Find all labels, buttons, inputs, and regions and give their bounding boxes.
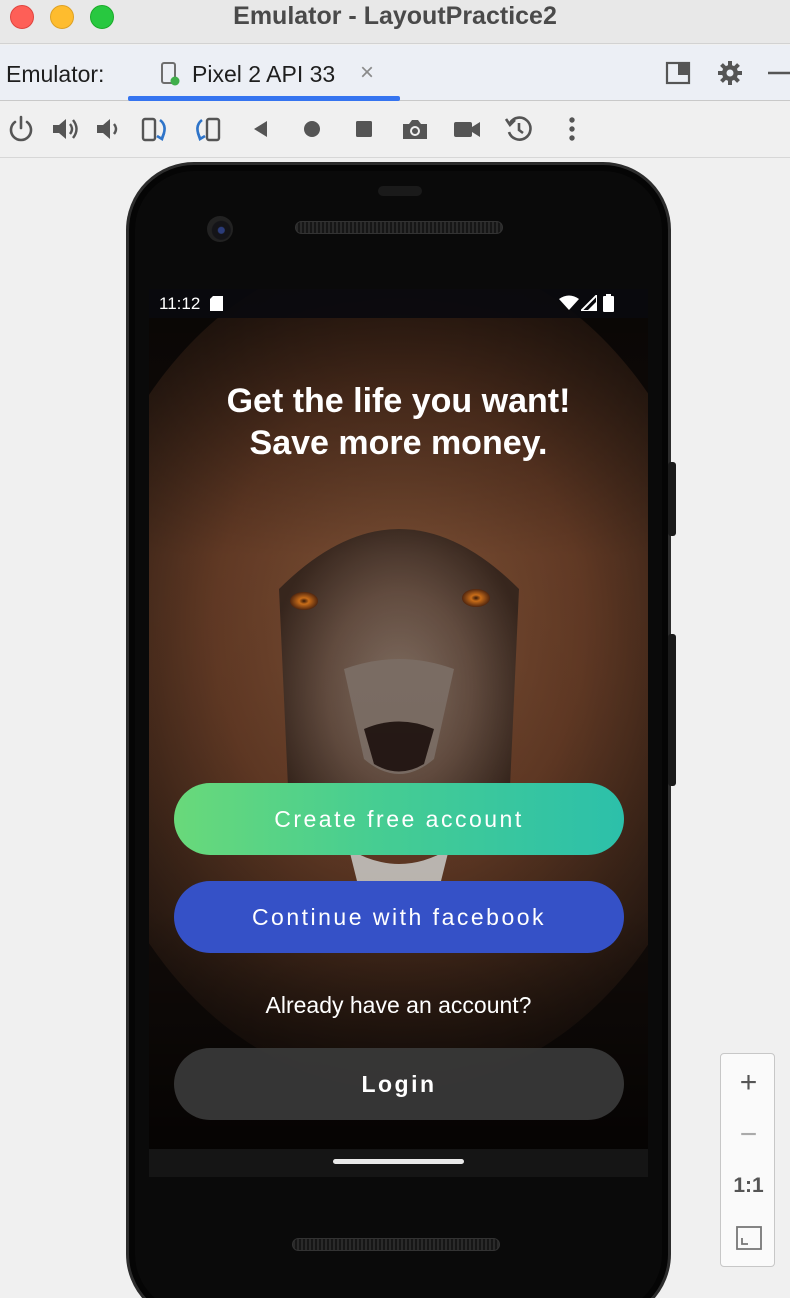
zoom-in-button[interactable]: +	[721, 1066, 776, 1100]
power-icon[interactable]	[6, 114, 36, 144]
emulator-tab-row: Emulator: Pixel 2 API 33 ×	[0, 45, 790, 101]
tab-close-icon[interactable]: ×	[360, 59, 374, 87]
rotate-right-icon[interactable]	[192, 114, 222, 144]
top-speaker	[295, 221, 503, 234]
cellular-signal-icon	[581, 295, 597, 311]
active-tab-indicator	[128, 96, 400, 101]
continue-facebook-button[interactable]: Continue with facebook	[174, 881, 624, 953]
status-bar: 11:12	[149, 289, 648, 318]
minimize-panel-icon[interactable]	[766, 59, 790, 87]
screenshot-icon[interactable]	[400, 114, 430, 144]
front-camera-icon	[207, 216, 233, 242]
window-titlebar: Emulator - LayoutPractice2	[0, 0, 790, 44]
window-title: Emulator - LayoutPractice2	[233, 2, 557, 30]
login-button[interactable]: Login	[174, 1048, 624, 1120]
sd-card-icon	[210, 296, 223, 311]
emulator-label: Emulator:	[6, 61, 105, 87]
status-time: 11:12	[159, 294, 201, 313]
tab-label: Pixel 2 API 33	[192, 61, 336, 87]
home-icon[interactable]	[297, 114, 327, 144]
overview-icon[interactable]	[349, 114, 379, 144]
fit-screen-icon[interactable]	[736, 1226, 762, 1250]
snapshot-icon[interactable]	[504, 114, 534, 144]
actual-size-button[interactable]: 1:1	[721, 1174, 776, 1198]
tab-pixel-2-api-33[interactable]: Pixel 2 API 33 ×	[128, 45, 400, 101]
settings-gear-icon[interactable]	[716, 59, 744, 87]
zoom-panel: + − 1:1	[720, 1053, 775, 1267]
battery-icon	[603, 294, 614, 312]
headline-line-2: Save more money.	[249, 424, 548, 462]
device-power-button[interactable]	[668, 462, 676, 536]
device-icon	[161, 62, 180, 86]
earpiece-slot	[378, 186, 422, 196]
layout-toggle-icon[interactable]	[664, 59, 692, 87]
volume-down-icon[interactable]	[94, 114, 124, 144]
phone-screen: 11:12 Get the life you want! Save more m…	[149, 289, 648, 1177]
volume-up-icon[interactable]	[50, 114, 80, 144]
already-have-account-text: Already have an account?	[265, 992, 532, 1018]
create-account-button[interactable]: Create free account	[174, 783, 624, 855]
more-options-icon[interactable]	[557, 114, 587, 144]
bottom-speaker	[292, 1238, 500, 1251]
wifi-icon	[559, 295, 579, 310]
device-volume-rocker[interactable]	[668, 634, 676, 786]
zoom-out-button[interactable]: −	[721, 1118, 776, 1152]
rotate-left-icon[interactable]	[140, 114, 170, 144]
emulator-toolbar	[0, 102, 790, 158]
headline-line-1: Get the life you want!	[226, 382, 571, 420]
back-icon[interactable]	[246, 114, 276, 144]
gesture-nav-handle[interactable]	[333, 1159, 464, 1164]
screen-record-icon[interactable]	[452, 114, 482, 144]
